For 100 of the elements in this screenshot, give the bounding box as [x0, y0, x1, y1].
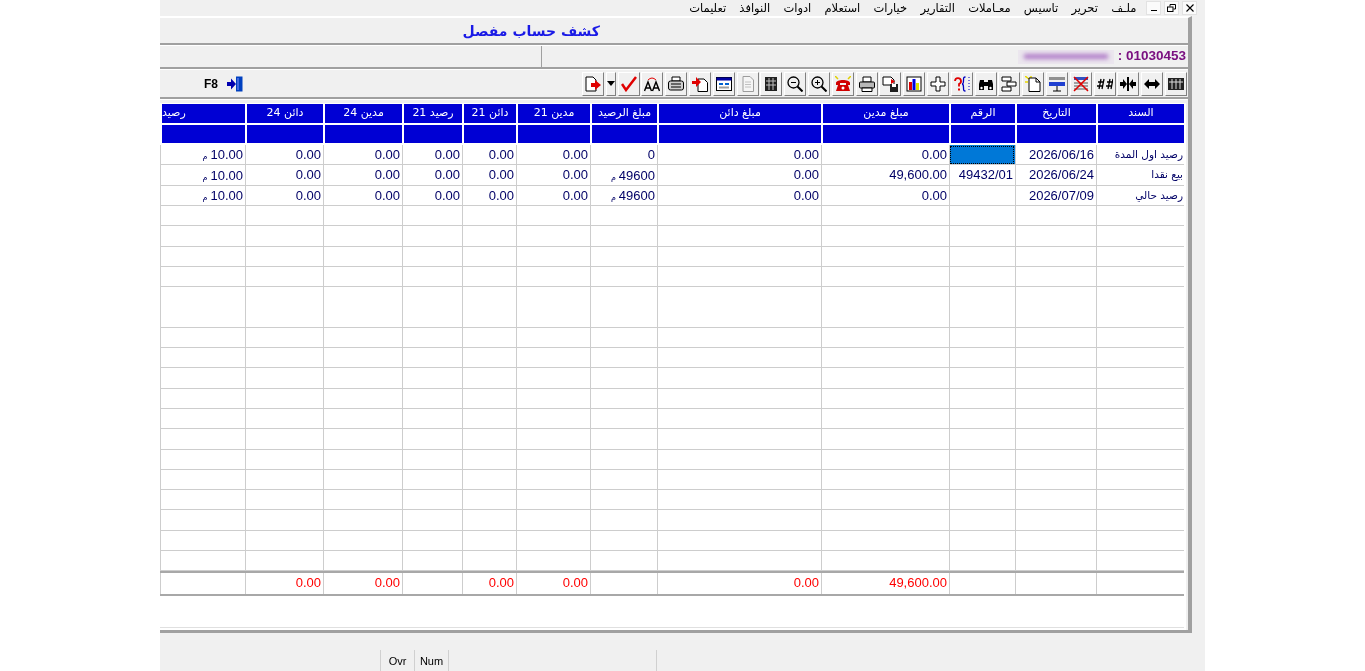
toolbar-button[interactable]	[1141, 71, 1164, 96]
toolbar-button[interactable]	[1022, 71, 1045, 96]
toolbar-button[interactable]	[927, 71, 950, 96]
minimize-button[interactable]	[1146, 1, 1161, 15]
zoom-out-icon	[787, 75, 804, 92]
table-cell[interactable]: 0.00	[323, 165, 402, 186]
menu-item[interactable]: معـاملات	[961, 0, 1018, 16]
table-cell[interactable]: 49432/01	[949, 165, 1015, 186]
fax-icon	[668, 75, 685, 92]
table-cell[interactable]: 0.00	[402, 165, 462, 186]
table-cell[interactable]: 0.00	[821, 145, 949, 166]
table-cell[interactable]: 0.00	[323, 185, 402, 206]
menu-item[interactable]: خيارات	[866, 0, 914, 16]
table-cell[interactable]: 0.00	[462, 165, 516, 186]
menu-item[interactable]: ملـف	[1104, 0, 1143, 16]
table-cell[interactable]: 49,600.00	[821, 165, 949, 186]
filter-field[interactable]	[462, 125, 516, 143]
toolbar-button[interactable]	[1117, 71, 1140, 96]
column-header: مدين 21	[516, 104, 590, 123]
minimize-icon	[1150, 10, 1157, 11]
toolbar-button[interactable]	[998, 71, 1021, 96]
table-cell[interactable]: 0.00	[402, 145, 462, 166]
toolbar-button[interactable]	[974, 71, 997, 96]
status-text: Ovr	[380, 650, 414, 671]
filter-field[interactable]	[516, 125, 590, 143]
table-cell[interactable]: 0.00	[245, 165, 323, 186]
cell-value: 49600	[618, 166, 655, 185]
table-icon	[1168, 75, 1184, 92]
column-header: دائن 24	[245, 104, 323, 123]
toolbar-button[interactable]	[689, 71, 712, 96]
restore-button[interactable]	[1164, 1, 1179, 15]
menu-item[interactable]: استعلام	[817, 0, 867, 16]
toolbar-button[interactable]	[808, 71, 831, 96]
toolbar-button[interactable]	[1165, 71, 1187, 96]
cell-value: 49600	[618, 186, 655, 205]
table-cell[interactable]: 0.00	[657, 145, 821, 166]
menu-item[interactable]: ادوات	[776, 0, 818, 16]
toolbar-button[interactable]	[903, 71, 926, 96]
filter-field[interactable]	[245, 125, 323, 143]
toolbar-button[interactable]	[855, 71, 878, 96]
toolbar-button[interactable]	[641, 71, 664, 96]
table-bar-icon	[1049, 75, 1065, 92]
table-cell[interactable]: بيع نقدا	[1096, 165, 1184, 186]
toolbar-button[interactable]	[1093, 71, 1116, 96]
toolbar-button[interactable]	[1046, 71, 1068, 96]
filter-field[interactable]	[949, 125, 1015, 143]
toolbar-button[interactable]	[879, 71, 902, 96]
table-cell[interactable]: 0.00	[462, 185, 516, 206]
toolbar-button[interactable]	[712, 71, 735, 96]
table-cell[interactable]: 0.00	[516, 165, 590, 186]
filter-field[interactable]	[1096, 125, 1184, 143]
table-cell[interactable]: 0	[590, 145, 657, 166]
filter-field[interactable]	[402, 125, 462, 143]
table-cell[interactable]	[949, 145, 1015, 166]
table-cell[interactable]: 0.00	[245, 145, 323, 166]
column-header: مبلغ دائن	[657, 104, 821, 123]
table-cell[interactable]: 0.00	[657, 165, 821, 186]
toolbar-button[interactable]	[950, 71, 973, 96]
column-header: مبلغ الرصيد	[590, 104, 657, 123]
filter-field[interactable]	[590, 125, 657, 143]
table-cell[interactable]: 0.00	[245, 185, 323, 206]
toolbar-button[interactable]	[784, 71, 807, 96]
filter-field[interactable]	[657, 125, 821, 143]
toolbar-button[interactable]	[760, 71, 783, 96]
menu-item[interactable]: تاسيس	[1017, 0, 1065, 16]
exit-button[interactable]: F8	[204, 75, 243, 92]
page-disk-icon	[882, 75, 899, 92]
table-cell[interactable]: 0.00	[323, 145, 402, 166]
column-header: رصيد 21	[402, 104, 462, 123]
toolbar-button[interactable]	[665, 71, 688, 96]
menu-item[interactable]: تحرير	[1064, 0, 1105, 16]
table-cell[interactable]: 0.00	[402, 185, 462, 206]
table-cell[interactable]	[949, 185, 1015, 206]
filter-field[interactable]	[160, 125, 245, 143]
menu-item[interactable]: تعليمات	[682, 0, 733, 16]
table-cell[interactable]: 2026/06/24	[1015, 165, 1096, 186]
table-cell[interactable]: رصيد حالي	[1096, 185, 1184, 206]
column-header: دائن 21	[462, 104, 516, 123]
table-cell[interactable]: 0.00	[516, 145, 590, 166]
page-icon	[739, 75, 756, 92]
table-cell[interactable]: 0.00	[462, 145, 516, 166]
door-arrow-icon	[227, 75, 243, 92]
bar-chart-icon	[906, 75, 923, 92]
table-cell[interactable]: رصيد اول المدة	[1096, 145, 1184, 166]
table-cell[interactable]: 0.00	[657, 185, 821, 206]
table-cell[interactable]: 0.00	[821, 185, 949, 206]
toolbar-button[interactable]	[1069, 71, 1092, 96]
close-icon	[1185, 4, 1194, 12]
currency-unit: م	[610, 191, 616, 204]
filter-field[interactable]	[821, 125, 949, 143]
account-number: 01030453 :	[1117, 48, 1186, 63]
menu-item[interactable]: التقارير	[913, 0, 962, 16]
close-button[interactable]	[1182, 1, 1197, 15]
total-value: 0.00	[657, 573, 821, 595]
table-cell[interactable]: 2026/07/09	[1015, 185, 1096, 206]
filter-field[interactable]	[1015, 125, 1096, 143]
dropdown-button[interactable]	[605, 71, 616, 96]
filter-field[interactable]	[323, 125, 402, 143]
menu-item[interactable]: النوافذ	[732, 0, 777, 16]
table-cell[interactable]: 0.00	[516, 185, 590, 206]
